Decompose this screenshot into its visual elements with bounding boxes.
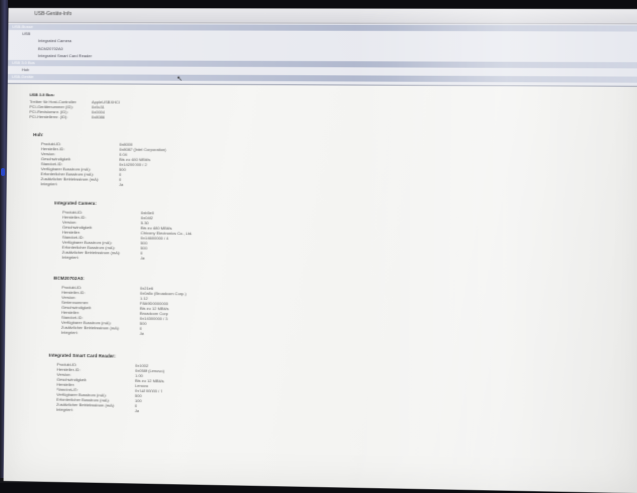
property-value: Ja [119,182,123,187]
detail-pane: USB 3.0 Bus: Treiber für Host-Controller… [4,84,637,493]
device-section-title: Integrated Smart Card Reader: [49,353,116,359]
device-section-title: BCM20702A0: [54,276,85,281]
tree-item[interactable]: USB-Geräte [8,74,637,83]
property-key: Integriert: [62,255,79,260]
tree-item-label: USB 3.0 Bus [12,60,35,66]
tree-item-label: USB [22,31,30,37]
tree-item-label: USB-Busse [12,24,33,30]
tree-item-label: Integrated Smart Card Reader [38,53,92,59]
window-title: USB-Geräte-Info [34,11,71,17]
property-value: Ja [140,255,144,260]
tree-item-label: Integrated Camera [38,38,71,44]
device-properties: Produkt-ID:0x1002Hersteller-ID:0x058f (L… [56,362,57,412]
device-section-title: Integrated Camera: [54,200,96,205]
property-key: PCI-Herstellernr. (ID): [29,114,68,119]
tree-item-label: Hub [22,67,29,73]
power-indicator-light [1,168,5,176]
property-value: 0x8086 [91,114,104,119]
device-section-title: Hub: [33,132,44,137]
device-tree[interactable]: USB-BusseUSB Integrated Camera BCM20702A0I… [8,23,637,87]
tree-item-label: USB-Geräte [12,74,34,80]
property-key: Integriert: [56,407,73,412]
property-key: Integriert: [61,330,78,335]
tree-item-label: BCM20702A0 [38,46,63,52]
window-titlebar: USB-Geräte-Info [8,8,637,24]
property-value: Ja [135,408,139,413]
device-properties: Produkt-ID:0xb5e0Hersteller-ID:0x04f2Ver… [62,210,63,260]
bus-title: USB 3.0 Bus: [30,92,55,97]
screen: USB-Geräte-Info USB-BusseUSB Integrated C… [4,8,637,493]
device-properties: Produkt-ID:0x21e6Hersteller-ID:0x0a5c (B… [61,285,62,335]
property-key: Integriert: [41,181,58,186]
property-value: Ja [140,331,144,336]
mouse-pointer-icon: ↖ [177,75,183,83]
